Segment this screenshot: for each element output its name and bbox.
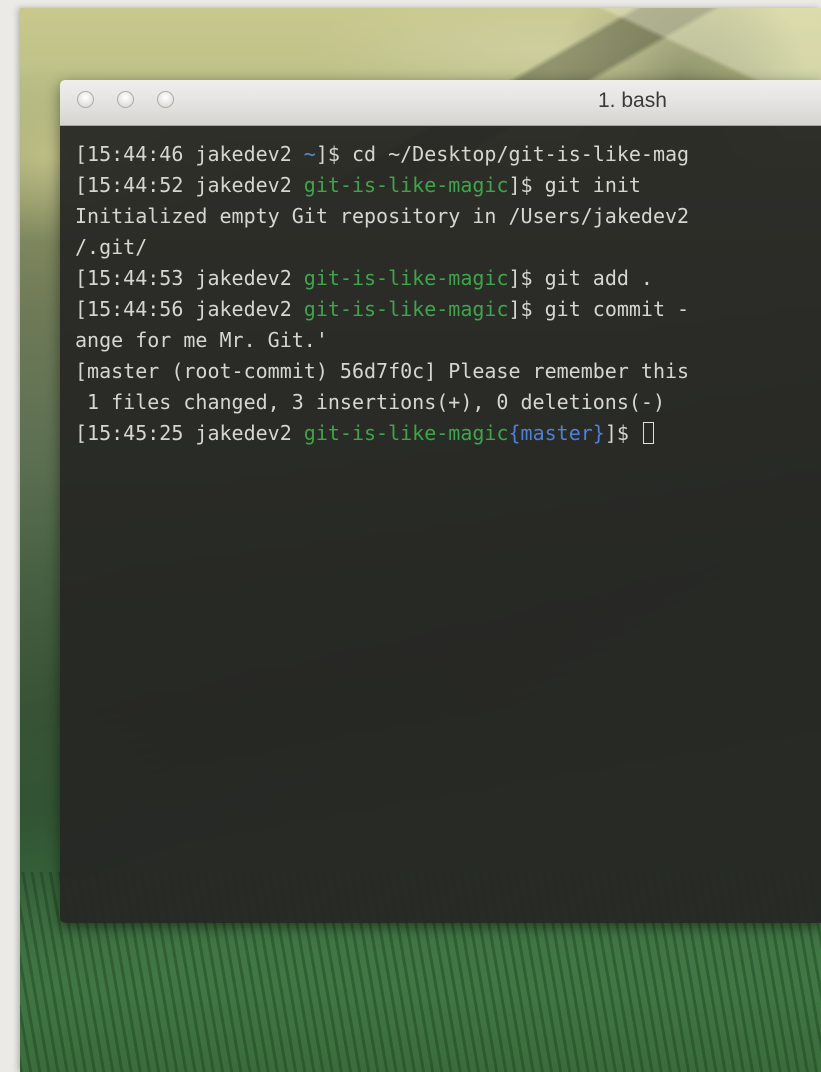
prompt-symbol: ]$	[604, 421, 641, 445]
command-text: ]$ git commit -	[508, 297, 690, 321]
terminal-line: [15:44:53 jakedev2 git-is-like-magic]$ g…	[75, 263, 821, 294]
minimize-window-icon[interactable]	[117, 91, 134, 108]
terminal-output[interactable]: [15:44:46 jakedev2 ~]$ cd ~/Desktop/git-…	[60, 126, 821, 923]
text-cursor[interactable]	[642, 422, 654, 444]
terminal-line: [15:44:46 jakedev2 ~]$ cd ~/Desktop/git-…	[75, 139, 821, 170]
terminal-line: [15:44:52 jakedev2 git-is-like-magic]$ g…	[75, 170, 821, 201]
terminal-line-current-prompt: [15:45:25 jakedev2 git-is-like-magic{mas…	[75, 418, 821, 449]
prompt-prefix: [15:44:56 jakedev2	[75, 297, 304, 321]
output-text: /.git/	[75, 235, 148, 259]
prompt-directory: git-is-like-magic	[303, 173, 509, 197]
command-text: ]$ git init	[508, 173, 641, 197]
prompt-directory: git-is-like-magic	[303, 297, 509, 321]
terminal-window[interactable]: 1. bash [15:44:46 jakedev2 ~]$ cd ~/Desk…	[60, 80, 821, 923]
screenshot-page: 1. bash [15:44:46 jakedev2 ~]$ cd ~/Desk…	[0, 0, 821, 1072]
window-titlebar[interactable]: 1. bash	[60, 80, 821, 126]
terminal-line: 1 files changed, 3 insertions(+), 0 dele…	[75, 387, 821, 418]
terminal-line: /.git/	[75, 232, 821, 263]
prompt-prefix: [15:44:52 jakedev2	[75, 173, 304, 197]
terminal-line: Initialized empty Git repository in /Use…	[75, 201, 821, 232]
prompt-directory: git-is-like-magic	[303, 421, 509, 445]
output-text: ange for me Mr. Git.'	[75, 328, 328, 352]
prompt-prefix: [15:44:53 jakedev2	[75, 266, 304, 290]
output-text: Initialized empty Git repository in /Use…	[75, 204, 690, 228]
desktop-wallpaper: 1. bash [15:44:46 jakedev2 ~]$ cd ~/Desk…	[20, 8, 821, 1072]
close-window-icon[interactable]	[77, 91, 94, 108]
output-text: 1 files changed, 3 insertions(+), 0 dele…	[75, 390, 666, 414]
window-title: 1. bash	[598, 89, 667, 112]
prompt-prefix: [15:44:46 jakedev2	[75, 142, 304, 166]
prompt-directory: ~	[303, 142, 316, 166]
prompt-directory: git-is-like-magic	[303, 266, 509, 290]
command-text: ]$ git add .	[508, 266, 653, 290]
prompt-prefix: [15:45:25 jakedev2	[75, 421, 304, 445]
command-text: ]$ cd ~/Desktop/git-is-like-mag	[315, 142, 690, 166]
terminal-line: [master (root-commit) 56d7f0c] Please re…	[75, 356, 821, 387]
terminal-line: ange for me Mr. Git.'	[75, 325, 821, 356]
zoom-window-icon[interactable]	[157, 91, 174, 108]
git-branch: {master}	[508, 421, 605, 445]
output-text: [master (root-commit) 56d7f0c] Please re…	[75, 359, 690, 383]
terminal-line: [15:44:56 jakedev2 git-is-like-magic]$ g…	[75, 294, 821, 325]
